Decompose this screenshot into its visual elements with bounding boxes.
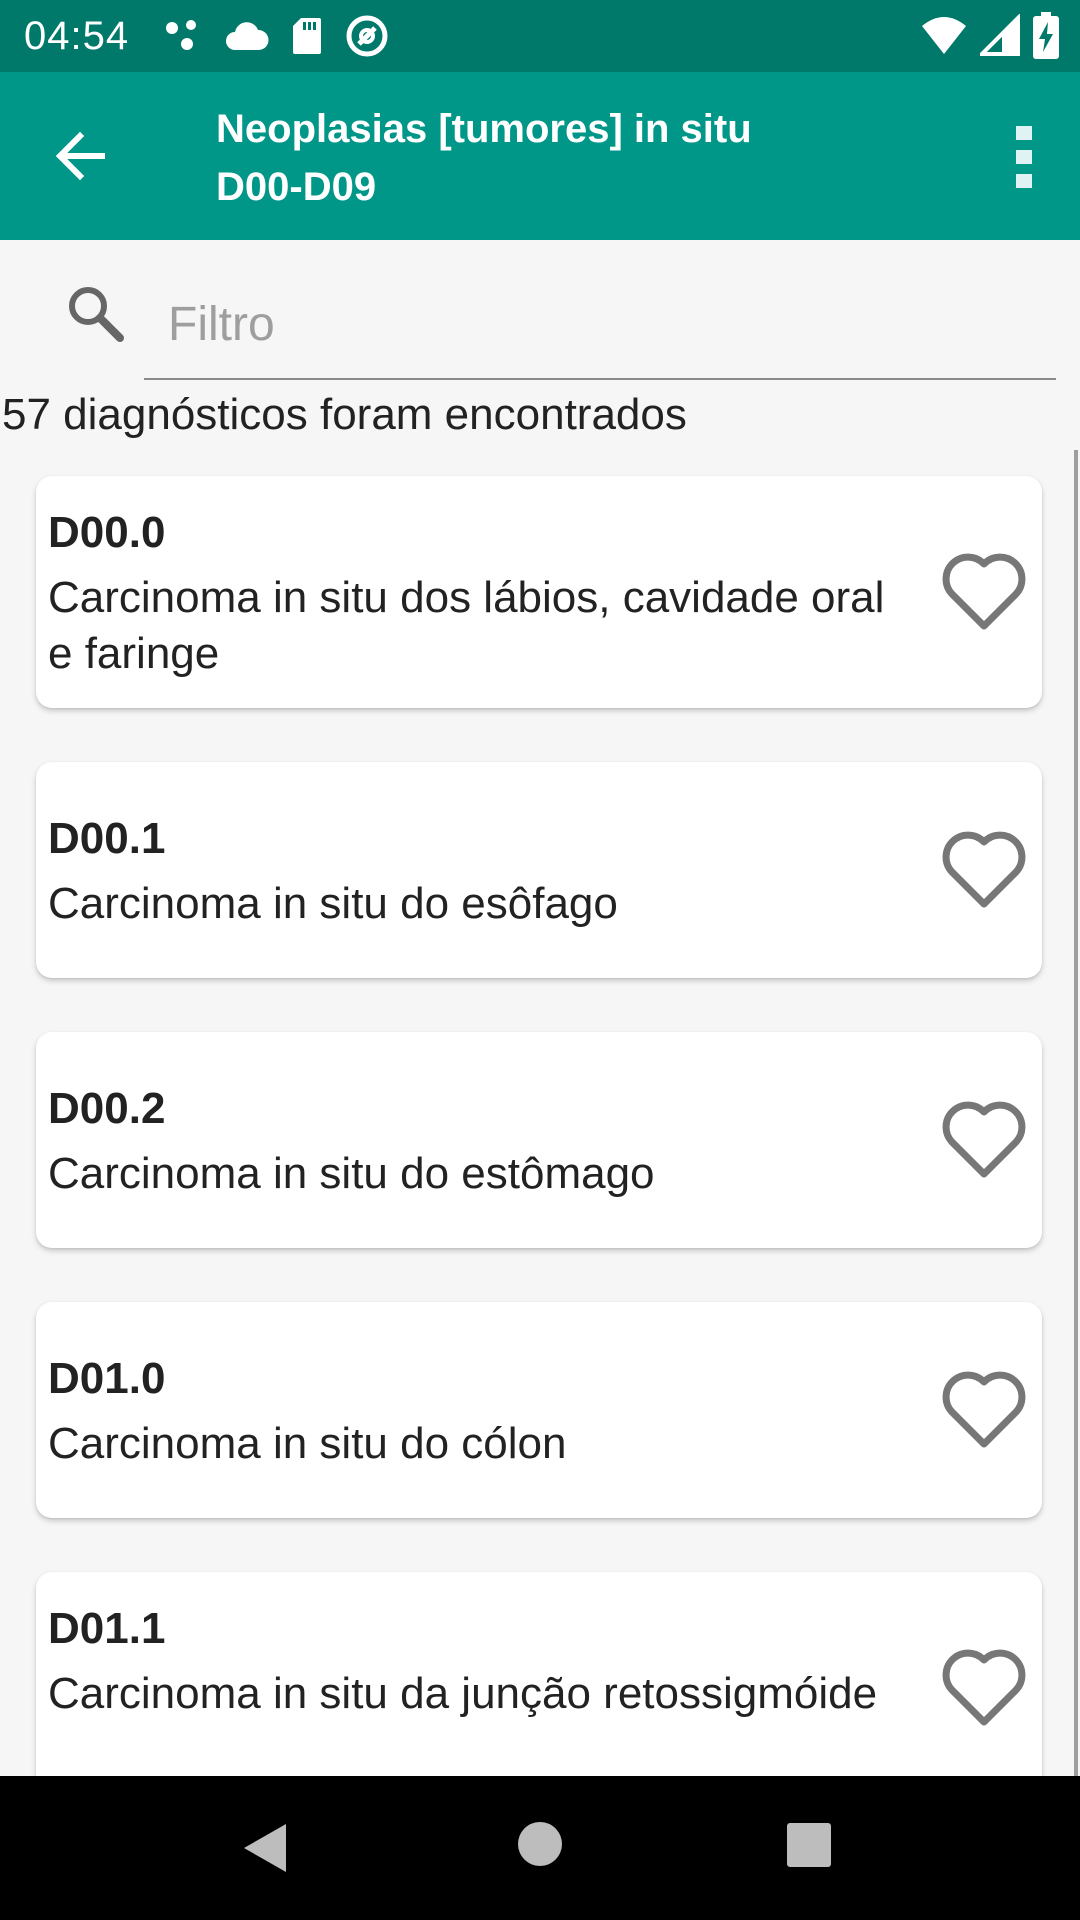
arrow-back-icon[interactable] <box>46 122 114 190</box>
scrollbar <box>1074 450 1078 1780</box>
search-icon <box>69 287 124 342</box>
status-time: 04:54 <box>24 13 130 58</box>
app-bar: Neoplasias [tumores] in situ D00-D09 <box>0 72 1080 240</box>
diagnosis-code: D00.2 <box>48 1084 166 1133</box>
wifi-icon <box>922 17 966 54</box>
diagnosis-description: Carcinoma in situ do cólon <box>48 1419 567 1468</box>
page-title: Neoplasias [tumores] in situ D00-D09 <box>216 100 752 216</box>
sync-icon <box>346 15 388 57</box>
diagnosis-code: D01.0 <box>48 1354 166 1403</box>
diagnosis-description: Carcinoma in situ da junção retossigmóid… <box>48 1669 878 1718</box>
list-item[interactable]: D00.1 Carcinoma in situ do esôfago <box>36 762 1042 978</box>
diagnosis-code: D01.1 <box>48 1604 166 1653</box>
battery-charging-icon <box>1033 12 1059 59</box>
search-input[interactable] <box>144 270 1056 380</box>
more-vert-icon[interactable] <box>1004 124 1046 190</box>
dots-icon <box>166 20 197 50</box>
home-circle-icon[interactable] <box>516 1820 564 1868</box>
heart-icon[interactable] <box>934 820 1034 920</box>
list-item[interactable]: D01.1 Carcinoma in situ da junção retoss… <box>36 1572 1042 1804</box>
diagnosis-description: Carcinoma in situ do estômago <box>48 1149 655 1198</box>
heart-icon[interactable] <box>934 1360 1034 1460</box>
signal-icon <box>980 14 1020 56</box>
list-item[interactable]: D00.0 Carcinoma in situ dos lábios, cavi… <box>36 476 1042 708</box>
list-item[interactable]: D00.2 Carcinoma in situ do estômago <box>36 1032 1042 1248</box>
heart-icon[interactable] <box>934 1090 1034 1190</box>
list-item[interactable]: D01.0 Carcinoma in situ do cólon <box>36 1302 1042 1518</box>
back-triangle-icon[interactable] <box>240 1820 290 1876</box>
page-title-line1: Neoplasias [tumores] in situ <box>216 107 752 151</box>
status-bar: 04:54 <box>0 0 1080 72</box>
diagnosis-description: Carcinoma in situ do esôfago <box>48 879 618 928</box>
diagnosis-description: Carcinoma in situ dos lábios, cavidade o… <box>48 573 885 678</box>
cloud-icon <box>226 22 269 50</box>
results-count: 57 diagnósticos foram encontrados <box>2 390 687 439</box>
navigation-bar <box>0 1776 1080 1920</box>
recents-square-icon[interactable] <box>786 1822 832 1868</box>
sd-card-icon <box>293 18 322 54</box>
diagnosis-code: D00.1 <box>48 814 166 863</box>
diagnosis-code: D00.0 <box>48 508 166 557</box>
page-title-line2: D00-D09 <box>216 165 377 209</box>
heart-icon[interactable] <box>934 542 1034 642</box>
heart-icon[interactable] <box>934 1638 1034 1738</box>
